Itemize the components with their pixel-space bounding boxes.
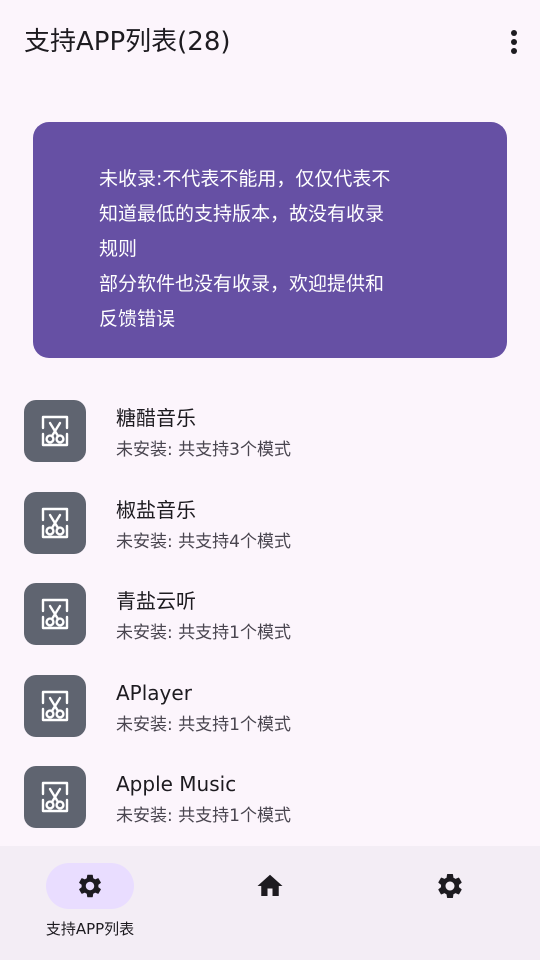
notice-line: 规则 — [99, 238, 138, 260]
home-icon — [257, 874, 283, 896]
app-name: APlayer — [116, 680, 192, 705]
nav-indicator — [406, 863, 494, 909]
app-name: 青盐云听 — [116, 589, 196, 613]
app-status: 未安装: 共支持1个模式 — [116, 714, 291, 735]
scissors-frame-icon — [24, 491, 86, 554]
app-name: 椒盐音乐 — [116, 497, 196, 522]
scissors-frame-icon — [24, 674, 86, 737]
scissors-frame-icon — [24, 400, 86, 462]
notice-line: 知道最低的支持版本，故没有收录 — [99, 203, 385, 225]
app-status: 未安装: 共支持4个模式 — [116, 531, 291, 552]
notice-line: 部分软件也没有收录，欢迎提供和 — [99, 273, 385, 295]
notice-text: 未收录:不代表不能用，仅仅代表不 知道最低的支持版本，故没有收录 规则 部分软件… — [99, 162, 439, 337]
nav-item-settings[interactable] — [360, 846, 540, 960]
app-status: 未安装: 共支持3个模式 — [116, 440, 291, 460]
notice-card: 未收录:不代表不能用，仅仅代表不 知道最低的支持版本，故没有收录 规则 部分软件… — [33, 122, 507, 358]
list-item[interactable]: APlayer 未安装: 共支持1个模式 — [0, 665, 540, 757]
list-item[interactable]: 青盐云听 未安装: 共支持1个模式 — [0, 573, 540, 665]
gear-icon — [79, 874, 101, 898]
bottom-navigation: 支持APP列表 — [0, 846, 540, 960]
app-status: 未安装: 共支持1个模式 — [116, 623, 291, 643]
nav-indicator — [226, 863, 314, 909]
nav-item-home[interactable] — [180, 846, 360, 960]
gear-icon — [438, 874, 462, 898]
app-status: 未安装: 共支持1个模式 — [116, 806, 291, 826]
scissors-frame-icon — [24, 766, 86, 828]
more-vert-icon — [511, 30, 517, 54]
scissors-frame-icon — [24, 583, 86, 645]
list-item[interactable]: 椒盐音乐 未安装: 共支持4个模式 — [0, 482, 540, 574]
app-name: Apple Music — [116, 772, 237, 796]
list-item[interactable]: 糖醋音乐 未安装: 共支持3个模式 — [0, 390, 540, 482]
more-options-button[interactable] — [502, 24, 526, 60]
app-list: 糖醋音乐 未安装: 共支持3个模式 椒盐音乐 未安装: 共支持4个模式 青盐云听… — [0, 390, 540, 848]
nav-item-supported-apps[interactable]: 支持APP列表 — [0, 846, 180, 960]
top-app-bar: 支持APP列表(28) — [0, 0, 540, 84]
list-item[interactable]: Apple Music 未安装: 共支持1个模式 — [0, 756, 540, 848]
notice-line: 反馈错误 — [99, 308, 176, 330]
notice-line: 未收录:不代表不能用，仅仅代表不 — [99, 168, 391, 190]
nav-active-indicator — [46, 863, 134, 909]
page-title: 支持APP列表(28) — [24, 27, 231, 57]
nav-label: 支持APP列表 — [45, 920, 135, 938]
app-name: 糖醋音乐 — [116, 406, 196, 430]
